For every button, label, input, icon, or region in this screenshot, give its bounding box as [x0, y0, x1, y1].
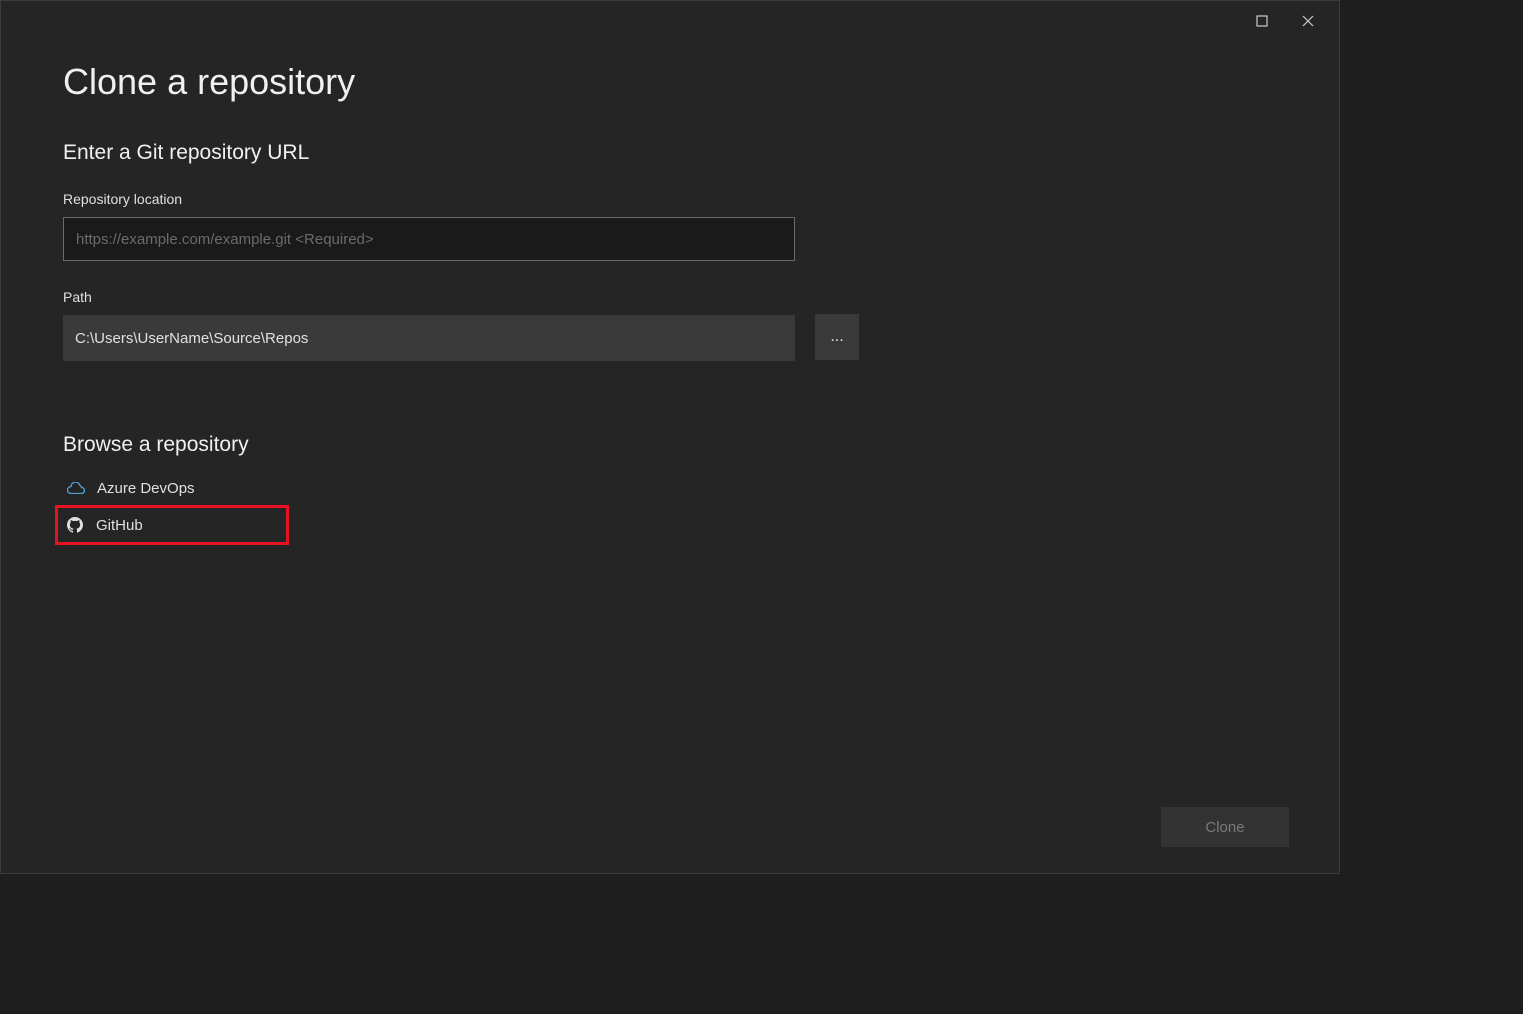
cloud-icon: [67, 479, 85, 497]
page-title: Clone a repository: [63, 61, 1277, 103]
section-title: Enter a Git repository URL: [63, 141, 1277, 165]
browse-item-azure-devops[interactable]: Azure DevOps: [63, 471, 291, 505]
repo-location-input[interactable]: [63, 217, 795, 261]
clone-repository-dialog: Clone a repository Enter a Git repositor…: [0, 0, 1340, 874]
browse-section: Browse a repository Azure DevOps: [63, 433, 1277, 545]
close-icon: [1302, 15, 1314, 27]
browse-item-github[interactable]: GitHub: [55, 505, 289, 545]
path-label: Path: [63, 289, 795, 305]
clone-button[interactable]: Clone: [1161, 807, 1289, 847]
path-row: Path ...: [63, 289, 1277, 361]
browse-item-label: Azure DevOps: [97, 480, 195, 497]
browse-item-label: GitHub: [96, 517, 143, 534]
close-button[interactable]: [1285, 5, 1331, 37]
browse-list: Azure DevOps GitHub: [63, 471, 1277, 545]
maximize-button[interactable]: [1239, 5, 1285, 37]
browse-path-button[interactable]: ...: [815, 314, 859, 360]
repo-location-label: Repository location: [63, 191, 1277, 207]
github-icon: [66, 516, 84, 534]
maximize-icon: [1256, 15, 1268, 27]
dialog-content: Clone a repository Enter a Git repositor…: [1, 41, 1339, 545]
path-input[interactable]: [63, 315, 795, 361]
path-field: Path: [63, 289, 795, 361]
titlebar: [1, 1, 1339, 41]
browse-section-title: Browse a repository: [63, 433, 1277, 457]
repo-location-field: Repository location: [63, 191, 1277, 261]
